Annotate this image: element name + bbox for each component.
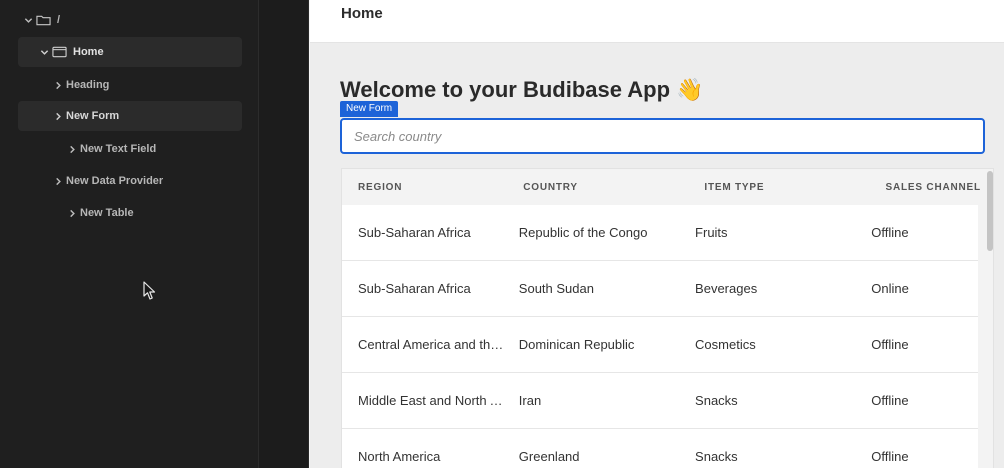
tree-item-label: New Text Field <box>80 143 157 155</box>
tree-root-label: / <box>57 14 61 26</box>
tree-root[interactable]: / <box>20 5 60 35</box>
app-navbar: Home <box>310 0 1004 43</box>
screen-icon <box>52 46 67 58</box>
data-table: REGION COUNTRY ITEM TYPE SALES CHANNEL S… <box>341 168 994 468</box>
table-scrollbar[interactable] <box>984 169 993 468</box>
table-row[interactable]: North America Greenland Snacks Offline <box>342 429 978 468</box>
cell-item-type: Beverages <box>695 281 758 296</box>
tree-item-new-text-field[interactable]: New Text Field <box>64 134 156 164</box>
cell-region: Sub-Saharan Africa <box>358 281 471 296</box>
cell-country: South Sudan <box>518 281 594 296</box>
panel-divider <box>259 0 309 468</box>
column-header-item-type[interactable]: ITEM TYPE <box>704 182 885 193</box>
chevron-down-icon[interactable] <box>20 16 36 25</box>
cell-sales-channel: Online <box>871 281 909 296</box>
cell-country: Dominican Republic <box>518 337 635 352</box>
component-tree-panel: / Home Heading New Form New Text Field N… <box>0 0 259 468</box>
cell-country: Republic of the Congo <box>518 225 648 240</box>
search-field[interactable] <box>340 118 985 154</box>
mouse-cursor-icon <box>143 281 156 300</box>
search-input[interactable] <box>342 120 983 152</box>
scrollbar-thumb[interactable] <box>987 171 993 251</box>
tree-item-label: New Data Provider <box>66 175 164 187</box>
cell-country: Greenland <box>518 449 580 464</box>
tree-item-label: New Table <box>80 207 134 219</box>
tree-item-new-data-provider[interactable]: New Data Provider <box>50 166 163 196</box>
component-tag: New Form <box>340 101 399 117</box>
tree-item-new-table[interactable]: New Table <box>64 198 134 228</box>
table-row[interactable]: Central America and the Caribbean Domini… <box>342 317 978 373</box>
cell-region: Sub-Saharan Africa <box>358 225 471 240</box>
folder-icon <box>36 14 51 26</box>
nav-home-link[interactable]: Home <box>341 5 383 22</box>
table-header: REGION COUNTRY ITEM TYPE SALES CHANNEL <box>342 169 994 205</box>
cell-item-type: Fruits <box>695 225 728 240</box>
tree-item-new-form[interactable]: New Form <box>18 101 242 131</box>
chevron-right-icon[interactable] <box>50 177 66 186</box>
table-body: Sub-Saharan Africa Republic of the Congo… <box>342 205 978 468</box>
column-header-sales-channel[interactable]: SALES CHANNEL <box>886 182 994 193</box>
cell-region: Middle East and North Africa <box>358 393 519 408</box>
tree-item-label: New Form <box>66 110 120 122</box>
chevron-right-icon[interactable] <box>50 81 66 90</box>
cell-item-type: Cosmetics <box>695 337 756 352</box>
cell-sales-channel: Offline <box>871 337 909 352</box>
tree-item-home[interactable]: Home <box>18 37 242 67</box>
cell-item-type: Snacks <box>695 393 738 408</box>
tree-item-heading[interactable]: Heading <box>50 70 109 100</box>
cell-item-type: Snacks <box>695 449 738 464</box>
chevron-right-icon[interactable] <box>50 112 66 121</box>
cell-region: North America <box>358 449 441 464</box>
cell-sales-channel: Offline <box>871 393 909 408</box>
chevron-right-icon[interactable] <box>64 209 80 218</box>
column-header-country[interactable]: COUNTRY <box>523 182 704 193</box>
chevron-right-icon[interactable] <box>64 145 80 154</box>
cell-sales-channel: Offline <box>871 225 909 240</box>
table-row[interactable]: Sub-Saharan Africa South Sudan Beverages… <box>342 261 978 317</box>
app-preview: Home Welcome to your Budibase App 👋 New … <box>310 0 1004 468</box>
column-header-region[interactable]: REGION <box>342 182 523 193</box>
page-heading[interactable]: Welcome to your Budibase App 👋 <box>340 77 704 103</box>
tree-item-label: Heading <box>66 79 110 91</box>
cell-region: Central America and the Caribbean <box>358 337 519 352</box>
tree-item-label: Home <box>73 46 104 58</box>
chevron-down-icon[interactable] <box>36 48 52 57</box>
table-row[interactable]: Middle East and North Africa Iran Snacks… <box>342 373 978 429</box>
table-row[interactable]: Sub-Saharan Africa Republic of the Congo… <box>342 205 978 261</box>
cell-sales-channel: Offline <box>871 449 909 464</box>
cell-country: Iran <box>518 393 542 408</box>
